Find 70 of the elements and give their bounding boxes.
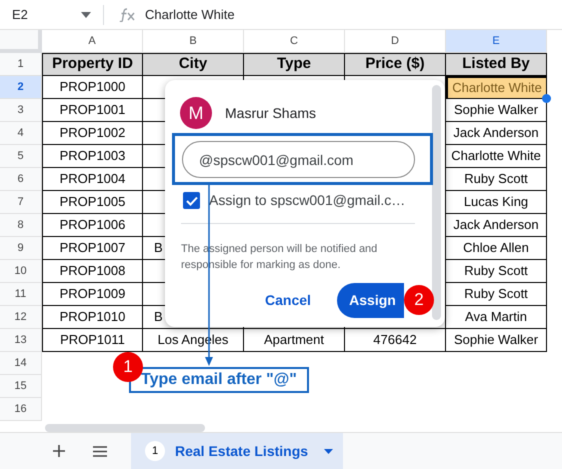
column-heading: Price ($) bbox=[345, 53, 446, 76]
row-header[interactable]: 11 bbox=[0, 283, 42, 306]
table-cell[interactable]: Ava Martin bbox=[446, 306, 547, 329]
assign-button[interactable]: Assign bbox=[337, 283, 404, 318]
caret-icon[interactable] bbox=[324, 448, 334, 454]
sheet-tab[interactable]: 1 Real Estate Listings bbox=[131, 433, 343, 469]
user-name: Masrur Shams bbox=[225, 104, 316, 122]
column-heading: Property ID bbox=[42, 53, 143, 76]
column-header[interactable]: C bbox=[244, 30, 345, 53]
row-header[interactable]: 2 bbox=[0, 76, 42, 99]
menu-icon[interactable] bbox=[93, 446, 107, 456]
row-header[interactable]: 3 bbox=[0, 99, 42, 122]
row-header[interactable]: 5 bbox=[0, 145, 42, 168]
row-header[interactable]: 10 bbox=[0, 260, 42, 283]
table-cell[interactable]: PROP1006 bbox=[42, 214, 143, 237]
table-cell[interactable]: PROP1005 bbox=[42, 191, 143, 214]
cancel-button[interactable]: Cancel bbox=[265, 290, 311, 311]
table-cell[interactable]: Charlotte White bbox=[446, 76, 547, 99]
table-cell[interactable]: Charlotte White bbox=[446, 145, 547, 168]
table-cell[interactable]: Chloe Allen bbox=[446, 237, 547, 260]
table-cell[interactable]: PROP1001 bbox=[42, 99, 143, 122]
fill-handle[interactable] bbox=[542, 94, 551, 103]
avatar: M bbox=[180, 97, 212, 129]
email-field[interactable]: @spscw001@gmail.com bbox=[182, 141, 415, 178]
table-cell[interactable]: PROP1008 bbox=[42, 260, 143, 283]
table-cell[interactable]: Jack Anderson bbox=[446, 214, 547, 237]
add-sheet-icon[interactable] bbox=[53, 445, 65, 457]
table-cell[interactable]: PROP1011 bbox=[42, 329, 143, 352]
row-header[interactable]: 8 bbox=[0, 214, 42, 237]
table-cell[interactable]: PROP1009 bbox=[42, 283, 143, 306]
caret-icon[interactable] bbox=[81, 12, 91, 18]
table-cell[interactable]: Apartment bbox=[244, 329, 345, 352]
row-header[interactable]: 6 bbox=[0, 168, 42, 191]
column-heading: Listed By bbox=[446, 53, 547, 76]
horizontal-scrollbar[interactable] bbox=[45, 424, 205, 432]
table-cell[interactable]: 476642 bbox=[345, 329, 446, 352]
column-header[interactable]: E bbox=[446, 30, 547, 53]
table-cell[interactable]: Ruby Scott bbox=[446, 260, 547, 283]
row-header[interactable]: 14 bbox=[0, 352, 42, 375]
table-cell[interactable]: PROP1003 bbox=[42, 145, 143, 168]
row-header[interactable]: 13 bbox=[0, 329, 42, 352]
table-cell[interactable]: PROP1004 bbox=[42, 168, 143, 191]
column-header[interactable]: B bbox=[143, 30, 244, 53]
table-cell[interactable]: Ruby Scott bbox=[446, 168, 547, 191]
table-cell[interactable]: PROP1002 bbox=[42, 122, 143, 145]
table-cell[interactable]: PROP1000 bbox=[42, 76, 143, 99]
row-header[interactable]: 7 bbox=[0, 191, 42, 214]
row-header[interactable]: 1 bbox=[0, 53, 42, 76]
row-header[interactable]: 12 bbox=[0, 306, 42, 329]
column-header[interactable]: D bbox=[345, 30, 446, 53]
table-cell[interactable]: Jack Anderson bbox=[446, 122, 547, 145]
formula-text[interactable]: Charlotte White bbox=[145, 4, 235, 24]
column-heading: Type bbox=[244, 53, 345, 76]
callout-text: Type email after "@" bbox=[129, 367, 309, 393]
function-icon bbox=[119, 8, 137, 22]
tab-badge: 1 bbox=[145, 441, 165, 461]
name-box[interactable]: E2 bbox=[12, 4, 28, 24]
row-header[interactable]: 15 bbox=[0, 375, 42, 398]
table-cell[interactable]: PROP1007 bbox=[42, 237, 143, 260]
row-header[interactable]: 4 bbox=[0, 122, 42, 145]
popup-scrollbar[interactable] bbox=[432, 85, 441, 320]
table-cell[interactable]: Ruby Scott bbox=[446, 283, 547, 306]
table-cell[interactable]: Lucas King bbox=[446, 191, 547, 214]
table-cell[interactable]: Sophie Walker bbox=[446, 329, 547, 352]
column-header[interactable]: A bbox=[42, 30, 143, 53]
row-header[interactable]: 16 bbox=[0, 398, 42, 421]
column-heading: City bbox=[143, 53, 244, 76]
checkbox[interactable] bbox=[183, 192, 200, 209]
row-header[interactable]: 9 bbox=[0, 237, 42, 260]
table-cell[interactable]: PROP1010 bbox=[42, 306, 143, 329]
